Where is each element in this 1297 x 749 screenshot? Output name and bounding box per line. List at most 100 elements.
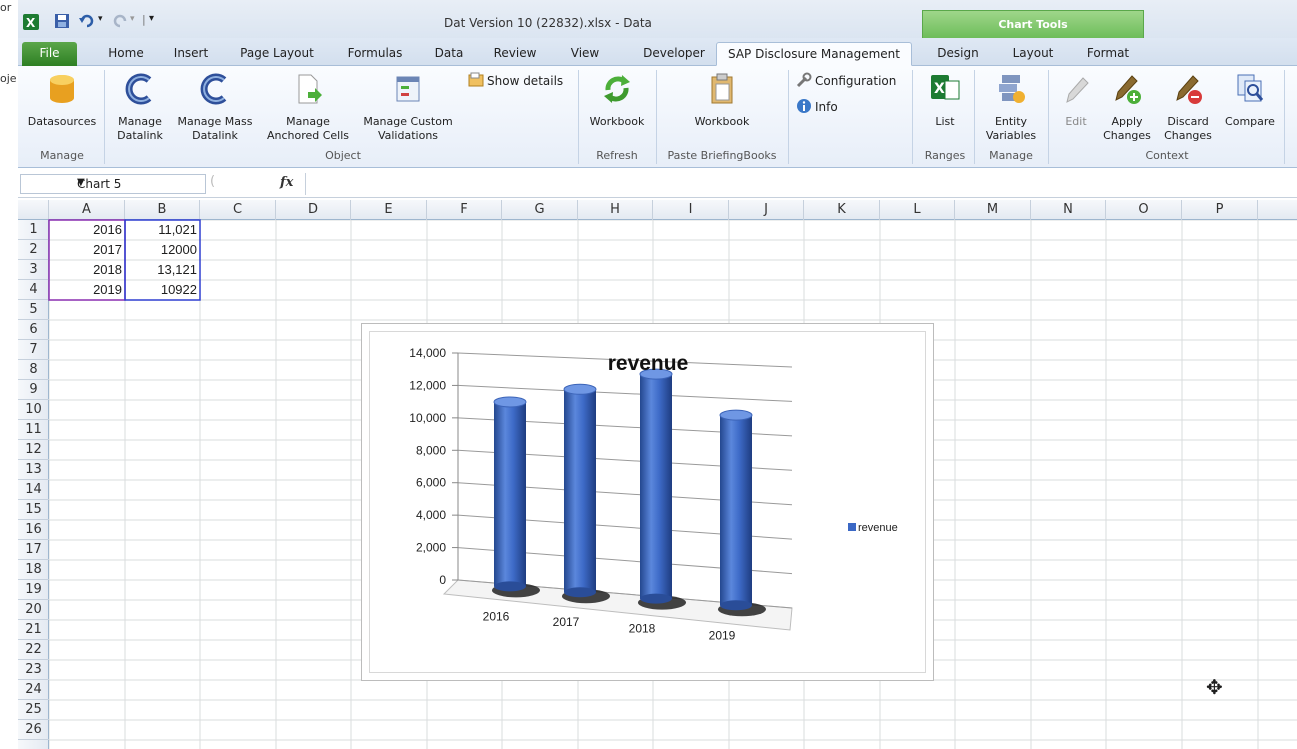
row-header[interactable]: 10 xyxy=(18,400,49,420)
tab-page-layout[interactable]: Page Layout xyxy=(236,42,318,66)
apply-changes-button[interactable]: Apply Changes xyxy=(1102,72,1152,143)
tab-formulas[interactable]: Formulas xyxy=(340,42,410,66)
tab-design[interactable]: Design xyxy=(932,42,984,66)
manage-custom-validations-button[interactable]: Manage Custom Validations xyxy=(356,72,460,143)
entity-variables-button[interactable]: Entity Variables xyxy=(978,72,1044,143)
column-header[interactable]: P xyxy=(1182,200,1258,220)
row-header[interactable]: 16 xyxy=(18,520,49,540)
tab-home[interactable]: Home xyxy=(102,42,150,66)
datasources-button[interactable]: Datasources xyxy=(24,72,100,129)
column-header[interactable]: D xyxy=(276,200,351,220)
tab-review[interactable]: Review xyxy=(488,42,542,66)
select-all-corner[interactable] xyxy=(18,200,49,220)
row-header[interactable]: 2 xyxy=(18,240,49,260)
tab-file[interactable]: File xyxy=(22,42,77,66)
column-header[interactable]: M xyxy=(955,200,1031,220)
chart-object[interactable]: 0 2,000 4,000 6,000 8,000 10,000 12,000 14,000 2… xyxy=(361,323,934,681)
manage-datalink-button[interactable]: Manage Datalink xyxy=(112,72,168,143)
name-box[interactable]: Chart 5 ▼ xyxy=(20,174,206,194)
row-header[interactable]: 7 xyxy=(18,340,49,360)
tab-data[interactable]: Data xyxy=(429,42,469,66)
row-header[interactable]: 13 xyxy=(18,460,49,480)
row-header[interactable]: 6 xyxy=(18,320,49,340)
chart-bar[interactable] xyxy=(718,409,766,617)
column-header[interactable]: F xyxy=(427,200,502,220)
row-header[interactable]: 26 xyxy=(18,720,49,740)
tab-developer[interactable]: Developer xyxy=(640,42,708,66)
column-header[interactable]: K xyxy=(804,200,880,220)
cell-year[interactable]: 2016 xyxy=(49,220,125,240)
edit-button[interactable]: Edit xyxy=(1054,72,1098,129)
row-header[interactable]: 20 xyxy=(18,600,49,620)
row-header[interactable]: 22 xyxy=(18,640,49,660)
excel-list-icon: X xyxy=(931,75,960,100)
row-header[interactable]: 3 xyxy=(18,260,49,280)
chart-bar[interactable] xyxy=(638,368,686,610)
row-header[interactable]: 4 xyxy=(18,280,49,300)
tab-view[interactable]: View xyxy=(566,42,604,66)
column-header[interactable]: I xyxy=(653,200,729,220)
row-header[interactable]: 12 xyxy=(18,440,49,460)
insert-function-icon[interactable]: fx xyxy=(280,175,293,190)
configuration-button[interactable]: Configuration xyxy=(796,72,896,90)
discard-changes-button[interactable]: Discard Changes xyxy=(1158,72,1218,143)
column-header[interactable]: H xyxy=(578,200,653,220)
row-header[interactable]: 11 xyxy=(18,420,49,440)
formula-input[interactable] xyxy=(305,173,1295,195)
column-header[interactable]: J xyxy=(729,200,804,220)
show-details-button[interactable]: Show details xyxy=(468,72,563,90)
datalink-icon xyxy=(125,73,152,105)
workbook-paste-button[interactable]: Workbook xyxy=(678,72,766,129)
row-header[interactable]: 19 xyxy=(18,580,49,600)
info-button[interactable]: Info xyxy=(796,98,838,116)
row-header[interactable]: 23 xyxy=(18,660,49,680)
row-header[interactable]: 8 xyxy=(18,360,49,380)
column-header[interactable]: O xyxy=(1106,200,1182,220)
manage-mass-datalink-button[interactable]: Manage Mass Datalink xyxy=(170,72,260,143)
row-header[interactable]: 17 xyxy=(18,540,49,560)
column-header[interactable]: B xyxy=(125,200,200,220)
cell-revenue[interactable]: 11,021 xyxy=(125,220,200,240)
worksheet-grid[interactable]: ABCDEFGHIJKLMNOP 1 2 3 4 5 6 7 8 9 10 11 12 13 14 15 16… xyxy=(18,200,1297,749)
tab-layout[interactable]: Layout xyxy=(1006,42,1060,66)
chart-area[interactable]: 0 2,000 4,000 6,000 8,000 10,000 12,000 14,000 2… xyxy=(369,331,926,673)
chart-bar[interactable] xyxy=(492,396,540,598)
cell-year[interactable]: 2018 xyxy=(49,260,125,280)
row-header[interactable]: 18 xyxy=(18,560,49,580)
tab-sap-disclosure-management[interactable]: SAP Disclosure Management xyxy=(716,42,912,66)
tab-insert[interactable]: Insert xyxy=(166,42,216,66)
column-header[interactable]: G xyxy=(502,200,578,220)
manage-anchored-label-2: Anchored Cells xyxy=(266,129,350,142)
row-header[interactable]: 5 xyxy=(18,300,49,320)
cell-revenue[interactable]: 10922 xyxy=(125,280,200,300)
cell-revenue[interactable]: 13,121 xyxy=(125,260,200,280)
column-header[interactable]: L xyxy=(880,200,955,220)
row-header[interactable]: 1 xyxy=(18,220,49,240)
chart-bar-top xyxy=(493,396,527,408)
column-header[interactable]: C xyxy=(200,200,276,220)
cell-revenue[interactable]: 12000 xyxy=(125,240,200,260)
workbook-refresh-button[interactable]: Workbook xyxy=(582,72,652,129)
chart-legend-label: revenue xyxy=(858,522,898,534)
row-header[interactable]: 21 xyxy=(18,620,49,640)
list-button[interactable]: X List xyxy=(920,72,970,129)
row-header[interactable]: 14 xyxy=(18,480,49,500)
column-header[interactable]: A xyxy=(49,200,125,220)
name-box-dropdown-icon[interactable]: ▼ xyxy=(77,177,199,188)
cell-year[interactable]: 2019 xyxy=(49,280,125,300)
row-header[interactable]: 25 xyxy=(18,700,49,720)
row-header[interactable]: 24 xyxy=(18,680,49,700)
cell-year[interactable]: 2017 xyxy=(49,240,125,260)
row-header[interactable]: 9 xyxy=(18,380,49,400)
chart-legend[interactable]: revenue xyxy=(848,522,898,534)
tab-format[interactable]: Format xyxy=(1082,42,1134,66)
show-details-label: Show details xyxy=(487,74,564,88)
manage-anchored-cells-button[interactable]: Manage Anchored Cells xyxy=(262,72,354,143)
column-header[interactable]: N xyxy=(1031,200,1106,220)
row-header[interactable]: 15 xyxy=(18,500,49,520)
chart-title[interactable]: revenue xyxy=(608,352,689,375)
compare-button[interactable]: Compare xyxy=(1220,72,1280,129)
chart-bar[interactable] xyxy=(562,383,610,604)
column-header[interactable]: E xyxy=(351,200,427,220)
compare-label: Compare xyxy=(1225,115,1275,128)
